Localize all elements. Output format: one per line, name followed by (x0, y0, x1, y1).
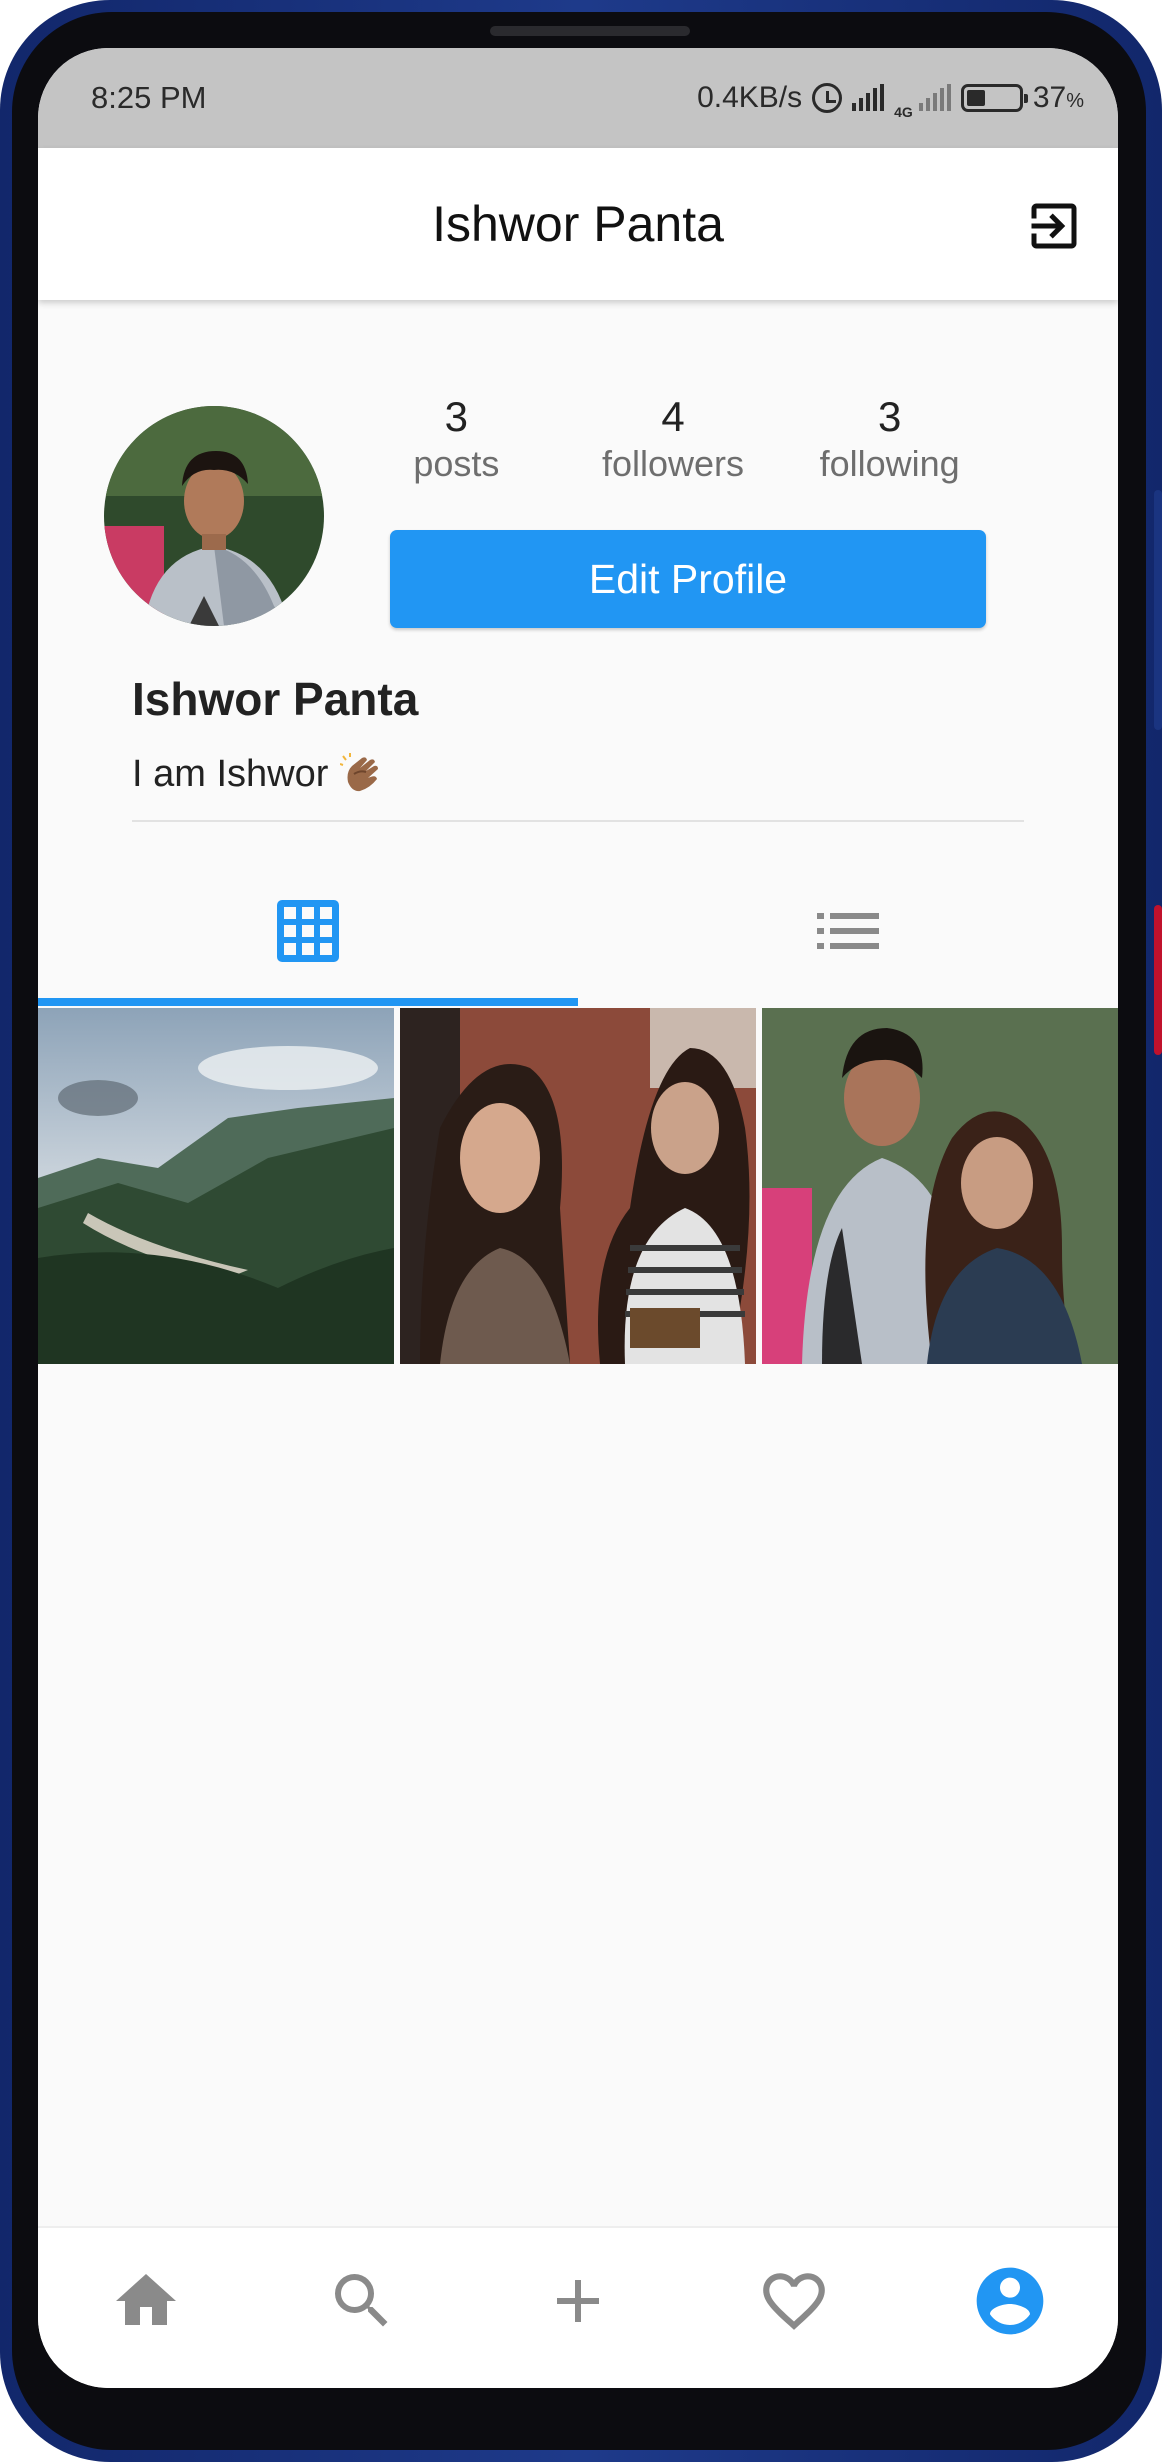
post-thumbnail[interactable] (38, 1008, 394, 1364)
alarm-icon (812, 83, 843, 113)
status-time: 8:25 PM (91, 80, 207, 115)
edit-profile-button[interactable]: Edit Profile (390, 530, 986, 628)
posts-grid (38, 1008, 1118, 1364)
tab-grid[interactable] (38, 856, 578, 1006)
account-icon (976, 2267, 1044, 2335)
net-speed: 0.4KB/s (697, 81, 803, 114)
avatar[interactable] (104, 406, 324, 626)
stat-value: 3 (444, 393, 469, 440)
status-icons: 0.4KB/s 4G 37% (697, 76, 1084, 120)
search-icon (335, 2274, 388, 2327)
grid-icon (277, 900, 339, 962)
nav-home[interactable] (38, 2228, 254, 2388)
bottom-nav (38, 2226, 1118, 2388)
home-icon (116, 2274, 176, 2325)
network-type: 4G (894, 104, 913, 120)
logout-icon[interactable] (1024, 196, 1084, 256)
heart-icon (763, 2273, 825, 2330)
power-button (1154, 905, 1162, 1055)
screen: 8:25 PM 0.4KB/s 4G 37% Ishwor Panta 3 po… (38, 48, 1118, 2388)
battery-icon (960, 84, 1028, 112)
view-tabs (38, 856, 1118, 1006)
list-icon (817, 913, 879, 949)
divider (132, 820, 1024, 822)
stat-label: following (819, 443, 960, 484)
profile-bio: I am Ishwor (132, 752, 384, 796)
add-icon (557, 2280, 599, 2322)
stat-value: 4 (661, 393, 685, 440)
tab-list[interactable] (578, 856, 1118, 1006)
post-thumbnail[interactable] (762, 1008, 1118, 1364)
clapping-hands-icon (340, 753, 379, 792)
stat-value: 3 (878, 393, 902, 440)
page-title: Ishwor Panta (432, 196, 724, 252)
signal-2-icon (918, 84, 951, 111)
profile-name: Ishwor Panta (132, 673, 419, 725)
nav-profile[interactable] (902, 2228, 1118, 2388)
nav-add[interactable] (470, 2228, 686, 2388)
nav-activity[interactable] (686, 2228, 902, 2388)
stat-posts[interactable]: 3 posts (348, 392, 565, 486)
stat-following[interactable]: 3 following (781, 392, 998, 486)
app-bar: Ishwor Panta (38, 148, 1118, 300)
post-thumbnail[interactable] (400, 1008, 756, 1364)
stat-label: posts (413, 443, 500, 484)
bio-text: I am Ishwor (132, 752, 329, 795)
nav-search[interactable] (254, 2228, 470, 2388)
volume-button (1154, 490, 1162, 730)
battery-level (966, 90, 986, 106)
signal-icon (852, 84, 885, 111)
earpiece-speaker (490, 26, 690, 36)
status-bar: 8:25 PM 0.4KB/s 4G 37% (38, 48, 1118, 148)
stat-followers[interactable]: 4 followers (565, 392, 782, 486)
profile-stats: 3 posts 4 followers 3 following (348, 392, 998, 486)
battery-percent: 37% (1032, 81, 1084, 114)
stat-label: followers (601, 443, 745, 484)
